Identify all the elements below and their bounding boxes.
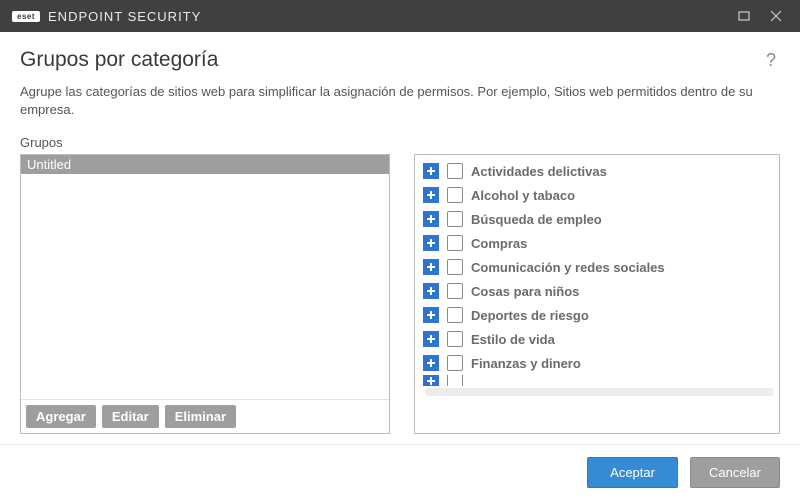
categories-label [414, 135, 780, 150]
category-label: Actividades delictivas [471, 164, 607, 179]
category-row: Comunicación y redes sociales [419, 255, 779, 279]
category-label: Búsqueda de empleo [471, 212, 602, 227]
groups-toolbar: Agregar Editar Eliminar [21, 399, 389, 433]
category-checkbox[interactable] [447, 211, 463, 227]
titlebar: eset ENDPOINT SECURITY [0, 0, 800, 32]
category-checkbox[interactable] [447, 283, 463, 299]
horizontal-scrollbar[interactable] [425, 388, 773, 396]
cancel-button[interactable]: Cancelar [690, 457, 780, 488]
delete-group-button[interactable]: Eliminar [165, 405, 236, 428]
categories-panel: Actividades delictivas Alcohol y tabaco Bú… [414, 135, 780, 434]
category-row: Compras [419, 231, 779, 255]
dialog-footer: Aceptar Cancelar [0, 444, 800, 500]
app-title: ENDPOINT SECURITY [48, 9, 201, 24]
category-label: Finanzas y dinero [471, 356, 581, 371]
expand-icon[interactable] [423, 235, 439, 251]
content-area: Grupos por categoría ? Agrupe las catego… [0, 32, 800, 444]
expand-icon[interactable] [423, 259, 439, 275]
add-group-button[interactable]: Agregar [26, 405, 96, 428]
groups-list[interactable]: Untitled [21, 155, 389, 399]
ok-button[interactable]: Aceptar [587, 457, 678, 488]
page-title: Grupos por categoría [20, 48, 218, 72]
category-label: Comunicación y redes sociales [471, 260, 665, 275]
expand-icon[interactable] [423, 355, 439, 371]
edit-group-button[interactable]: Editar [102, 405, 159, 428]
help-icon[interactable]: ? [762, 48, 780, 73]
category-checkbox[interactable] [447, 375, 463, 386]
expand-icon[interactable] [423, 163, 439, 179]
category-checkbox[interactable] [447, 235, 463, 251]
groups-panel: Grupos Untitled Agregar Editar Eliminar [20, 135, 390, 434]
expand-icon[interactable] [423, 187, 439, 203]
minimize-button[interactable] [728, 0, 760, 32]
brand-badge: eset [12, 11, 40, 22]
page-description: Agrupe las categorías de sitios web para… [20, 83, 780, 119]
category-label: Deportes de riesgo [471, 308, 589, 323]
category-checkbox[interactable] [447, 259, 463, 275]
category-row [419, 375, 779, 386]
category-row: Deportes de riesgo [419, 303, 779, 327]
close-button[interactable] [760, 0, 792, 32]
expand-icon[interactable] [423, 307, 439, 323]
category-checkbox[interactable] [447, 331, 463, 347]
category-checkbox[interactable] [447, 355, 463, 371]
category-row: Alcohol y tabaco [419, 183, 779, 207]
category-row: Finanzas y dinero [419, 351, 779, 375]
category-checkbox[interactable] [447, 307, 463, 323]
categories-list[interactable]: Actividades delictivas Alcohol y tabaco Bú… [415, 155, 779, 433]
category-row: Cosas para niños [419, 279, 779, 303]
expand-icon[interactable] [423, 283, 439, 299]
category-checkbox[interactable] [447, 163, 463, 179]
expand-icon[interactable] [423, 331, 439, 347]
category-row: Búsqueda de empleo [419, 207, 779, 231]
category-checkbox[interactable] [447, 187, 463, 203]
category-row: Estilo de vida [419, 327, 779, 351]
expand-icon[interactable] [423, 211, 439, 227]
category-label: Compras [471, 236, 527, 251]
category-label: Cosas para niños [471, 284, 579, 299]
groups-label: Grupos [20, 135, 390, 150]
group-item[interactable]: Untitled [21, 155, 389, 174]
category-label: Estilo de vida [471, 332, 555, 347]
category-row: Actividades delictivas [419, 159, 779, 183]
expand-icon[interactable] [423, 375, 439, 386]
category-label: Alcohol y tabaco [471, 188, 575, 203]
